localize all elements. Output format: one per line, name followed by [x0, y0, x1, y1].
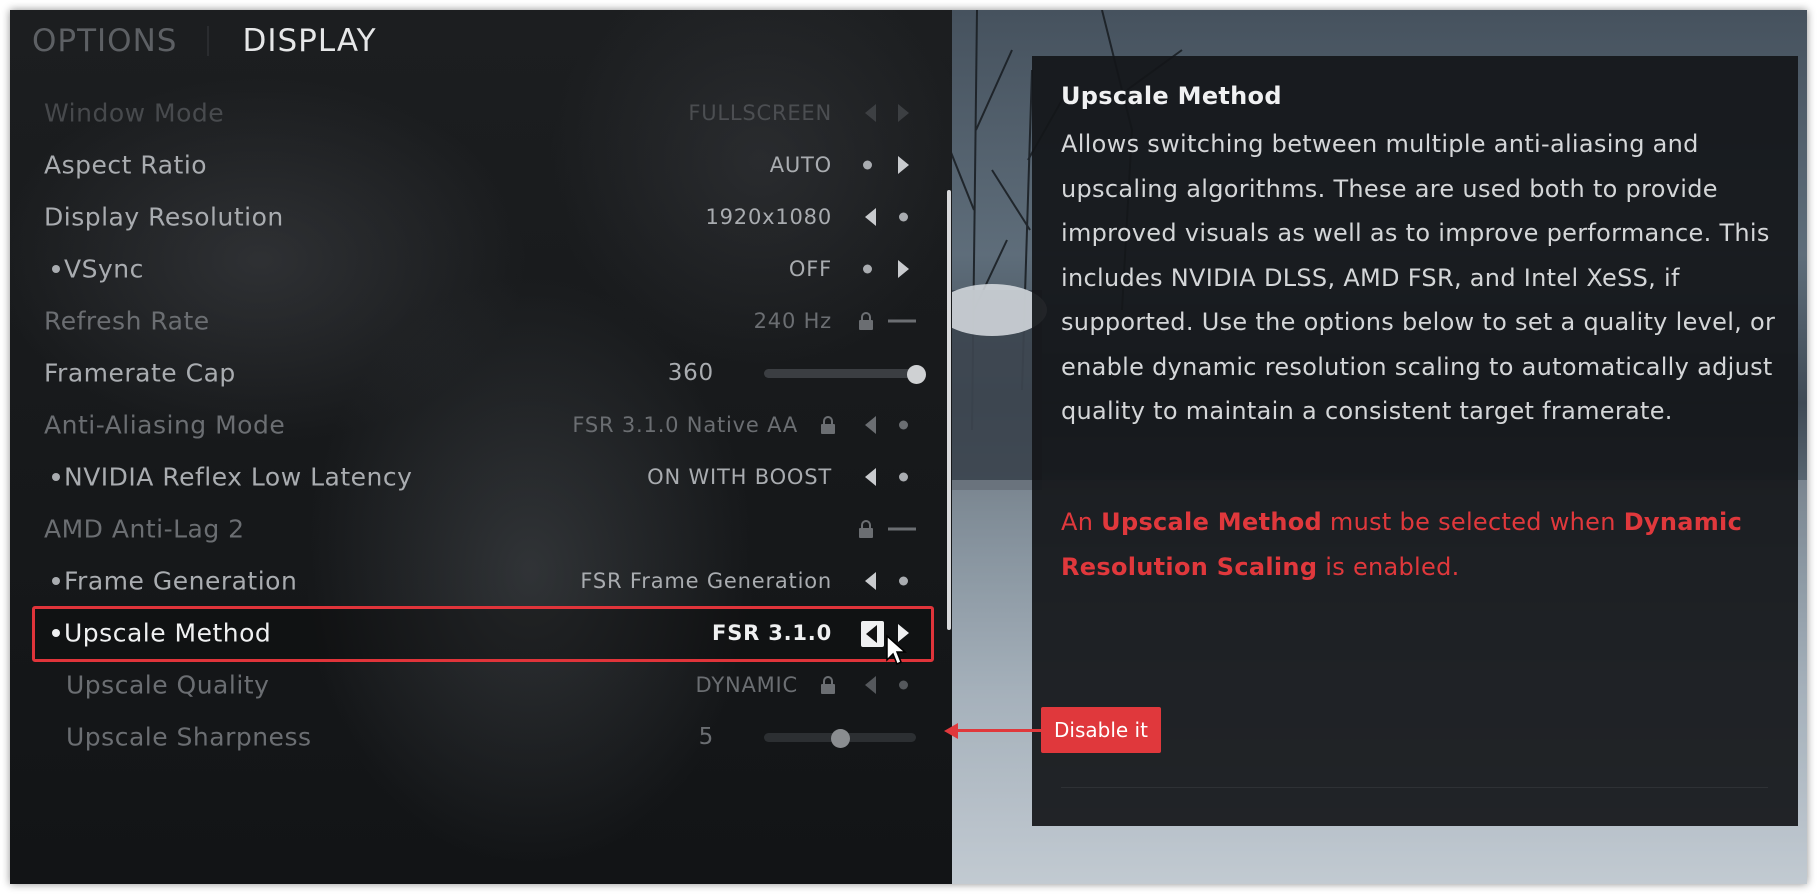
arrow-left-icon[interactable]: [865, 676, 876, 694]
callout-label: Disable it: [1041, 707, 1161, 753]
callout-arrowhead-icon: [944, 723, 958, 739]
settings-panel: OPTIONS DISPLAY Window Mode FULLSCREEN A…: [10, 10, 952, 884]
divider: [1061, 787, 1768, 788]
lock-icon: [821, 676, 835, 694]
warning-text: must be selected when: [1322, 508, 1624, 536]
setting-label: Upscale Quality: [66, 670, 270, 700]
info-title: Upscale Method: [1061, 82, 1282, 110]
info-warning: An Upscale Method must be selected when …: [1061, 500, 1781, 589]
setting-value: 5: [698, 724, 714, 750]
scrollbar[interactable]: [947, 190, 951, 630]
dot-icon: [899, 680, 908, 690]
warning-emphasis: Upscale Method: [1101, 508, 1322, 536]
callout-arrow-line: [955, 729, 1041, 732]
slider-knob[interactable]: [830, 728, 850, 748]
settings-list-lower: Upscale Quality DYNAMIC Upscale Sharpnes…: [10, 10, 952, 884]
upscale-sharpness-slider[interactable]: [764, 728, 916, 748]
info-description: Allows switching between multiple anti-a…: [1061, 130, 1776, 425]
setting-upscale-sharpness[interactable]: Upscale Sharpness 5: [66, 710, 924, 764]
setting-upscale-quality[interactable]: Upscale Quality DYNAMIC: [66, 658, 924, 712]
game-window: OPTIONS DISPLAY Window Mode FULLSCREEN A…: [10, 10, 1807, 884]
setting-value: DYNAMIC: [695, 673, 798, 697]
warning-text: is enabled.: [1317, 552, 1460, 581]
warning-text: An: [1061, 508, 1102, 536]
setting-label: Upscale Sharpness: [66, 722, 312, 752]
